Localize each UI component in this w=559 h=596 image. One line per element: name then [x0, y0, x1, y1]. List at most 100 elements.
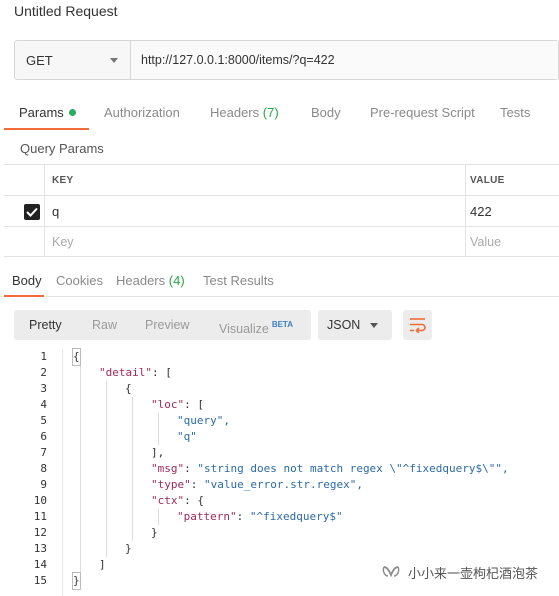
- code-text: "q": [177, 430, 197, 443]
- pretty-button[interactable]: Pretty: [29, 310, 62, 340]
- code-line: 12}: [0, 525, 559, 541]
- mode-label: Pretty: [29, 318, 62, 332]
- code-line: 2 "detail": [: [0, 365, 559, 381]
- tab-cookies[interactable]: Cookies: [56, 265, 103, 296]
- json-punctuation: :: [184, 462, 198, 475]
- json-punctuation: : {: [184, 494, 204, 507]
- response-tabs: Body Cookies Headers (4) Test Results: [0, 265, 559, 297]
- json-key: "detail": [99, 366, 152, 379]
- preview-button[interactable]: Preview: [145, 310, 189, 340]
- code-text: "msg": "string does not match regex \"^f…: [151, 461, 509, 477]
- tab-label: Test Results: [203, 273, 274, 288]
- view-mode-group: Pretty Raw Preview Visualize BETA: [14, 310, 311, 340]
- code-line: 11 "pattern": "^fixedquery$": [0, 509, 559, 525]
- code-line: 4 "loc": [: [0, 397, 559, 413]
- param-key-text: q: [52, 203, 60, 219]
- visualize-button[interactable]: Visualize BETA: [219, 310, 293, 340]
- tab-label: Tests: [500, 105, 531, 120]
- code-text: "type": "value_error.str.regex",: [151, 477, 363, 493]
- line-number: 12: [33, 526, 47, 539]
- json-key: "msg": [151, 462, 185, 475]
- tab-label: Body: [12, 273, 42, 288]
- mode-label: Visualize: [219, 322, 269, 336]
- line-number: 6: [40, 430, 47, 443]
- code-line: 13}: [0, 541, 559, 557]
- row-check-cell: [4, 196, 44, 226]
- line-number: 8: [40, 462, 47, 475]
- code-text: }: [125, 542, 132, 555]
- tab-response-headers[interactable]: Headers (4): [116, 265, 185, 296]
- key-placeholder: Key: [52, 234, 74, 249]
- tab-label: Authorization: [104, 105, 180, 120]
- code-text: "detail": [: [99, 365, 172, 381]
- tab-count: (4): [168, 273, 185, 288]
- code-line: 6 "q": [0, 429, 559, 445]
- tab-label: Headers: [210, 105, 260, 120]
- code-text: "loc": [: [151, 397, 204, 413]
- table-header-row: KEY VALUE: [4, 164, 559, 195]
- url-text: http://127.0.0.1:8000/items/?q=422: [141, 53, 335, 67]
- header-check-cell: [4, 165, 44, 195]
- tab-body[interactable]: Body: [311, 96, 341, 130]
- active-response-tab-indicator: [4, 295, 44, 297]
- tab-params[interactable]: Params: [19, 96, 76, 130]
- code-text: {: [125, 382, 132, 395]
- line-number: 5: [40, 414, 47, 427]
- code-text: {: [72, 348, 81, 366]
- key-header-label: KEY: [52, 174, 74, 186]
- json-string: "value_error.str.regex",: [204, 478, 363, 491]
- request-tabs: Params Authorization Headers (7) Body Pr…: [0, 96, 559, 130]
- code-text: "ctx": {: [151, 493, 204, 509]
- line-number: 3: [40, 382, 47, 395]
- tab-label: Headers: [116, 273, 166, 288]
- code-text: "query",: [177, 414, 230, 427]
- format-select[interactable]: JSON: [318, 310, 392, 340]
- param-key-field[interactable]: q: [44, 196, 465, 226]
- new-value-input[interactable]: Value: [465, 227, 559, 256]
- json-punctuation: : [: [151, 366, 172, 379]
- json-key: "pattern": [177, 510, 237, 523]
- param-value-text: 422: [470, 203, 492, 219]
- line-number: 15: [33, 574, 47, 587]
- new-key-input[interactable]: Key: [44, 227, 465, 256]
- line-number: 14: [33, 558, 47, 571]
- row-check-cell: [4, 227, 44, 256]
- tab-tests[interactable]: Tests: [500, 96, 530, 130]
- code-line: 3{: [0, 381, 559, 397]
- method-label: GET: [26, 52, 53, 68]
- tab-label: Params: [19, 105, 64, 120]
- tab-pre-request-script[interactable]: Pre-request Script: [370, 96, 475, 130]
- code-text: }: [151, 526, 158, 539]
- json-key: "ctx": [151, 494, 185, 507]
- wrap-lines-button[interactable]: [403, 310, 432, 340]
- wrap-lines-icon: [410, 318, 426, 333]
- method-select[interactable]: GET: [15, 41, 131, 79]
- checkmark-icon: [26, 207, 38, 217]
- tab-response-body[interactable]: Body: [12, 265, 42, 296]
- param-value-field[interactable]: 422: [465, 196, 559, 226]
- tab-label: Pre-request Script: [370, 105, 475, 120]
- active-dot-icon: [68, 109, 76, 116]
- tab-authorization[interactable]: Authorization: [104, 96, 180, 130]
- chevron-down-icon: [110, 58, 118, 63]
- line-number: 10: [33, 494, 47, 507]
- line-number: 9: [40, 478, 47, 491]
- response-body-editor[interactable]: 1{ 2 "detail": [ 3{ 4 "loc": [ 5 "query", 6…: [0, 348, 559, 596]
- raw-button[interactable]: Raw: [92, 310, 117, 340]
- url-input[interactable]: http://127.0.0.1:8000/items/?q=422: [131, 41, 558, 79]
- wechat-channel-icon: [382, 566, 400, 578]
- mode-label: Preview: [145, 318, 190, 332]
- tab-test-results[interactable]: Test Results: [203, 265, 274, 296]
- tab-headers[interactable]: Headers (7): [210, 96, 279, 130]
- tab-count: (7): [262, 105, 279, 120]
- json-key: "type": [151, 478, 191, 491]
- json-punctuation: :: [236, 510, 250, 523]
- json-key: "loc": [151, 398, 185, 411]
- query-params-title: Query Params: [20, 141, 104, 156]
- json-string: "^fixedquery$": [249, 510, 343, 523]
- line-number: 11: [33, 510, 47, 523]
- code-text: ],: [151, 446, 165, 459]
- watermark-text: 小小来一壶枸杞酒泡茶: [408, 565, 539, 581]
- code-text: }: [72, 572, 81, 590]
- param-enabled-checkbox[interactable]: [24, 204, 40, 220]
